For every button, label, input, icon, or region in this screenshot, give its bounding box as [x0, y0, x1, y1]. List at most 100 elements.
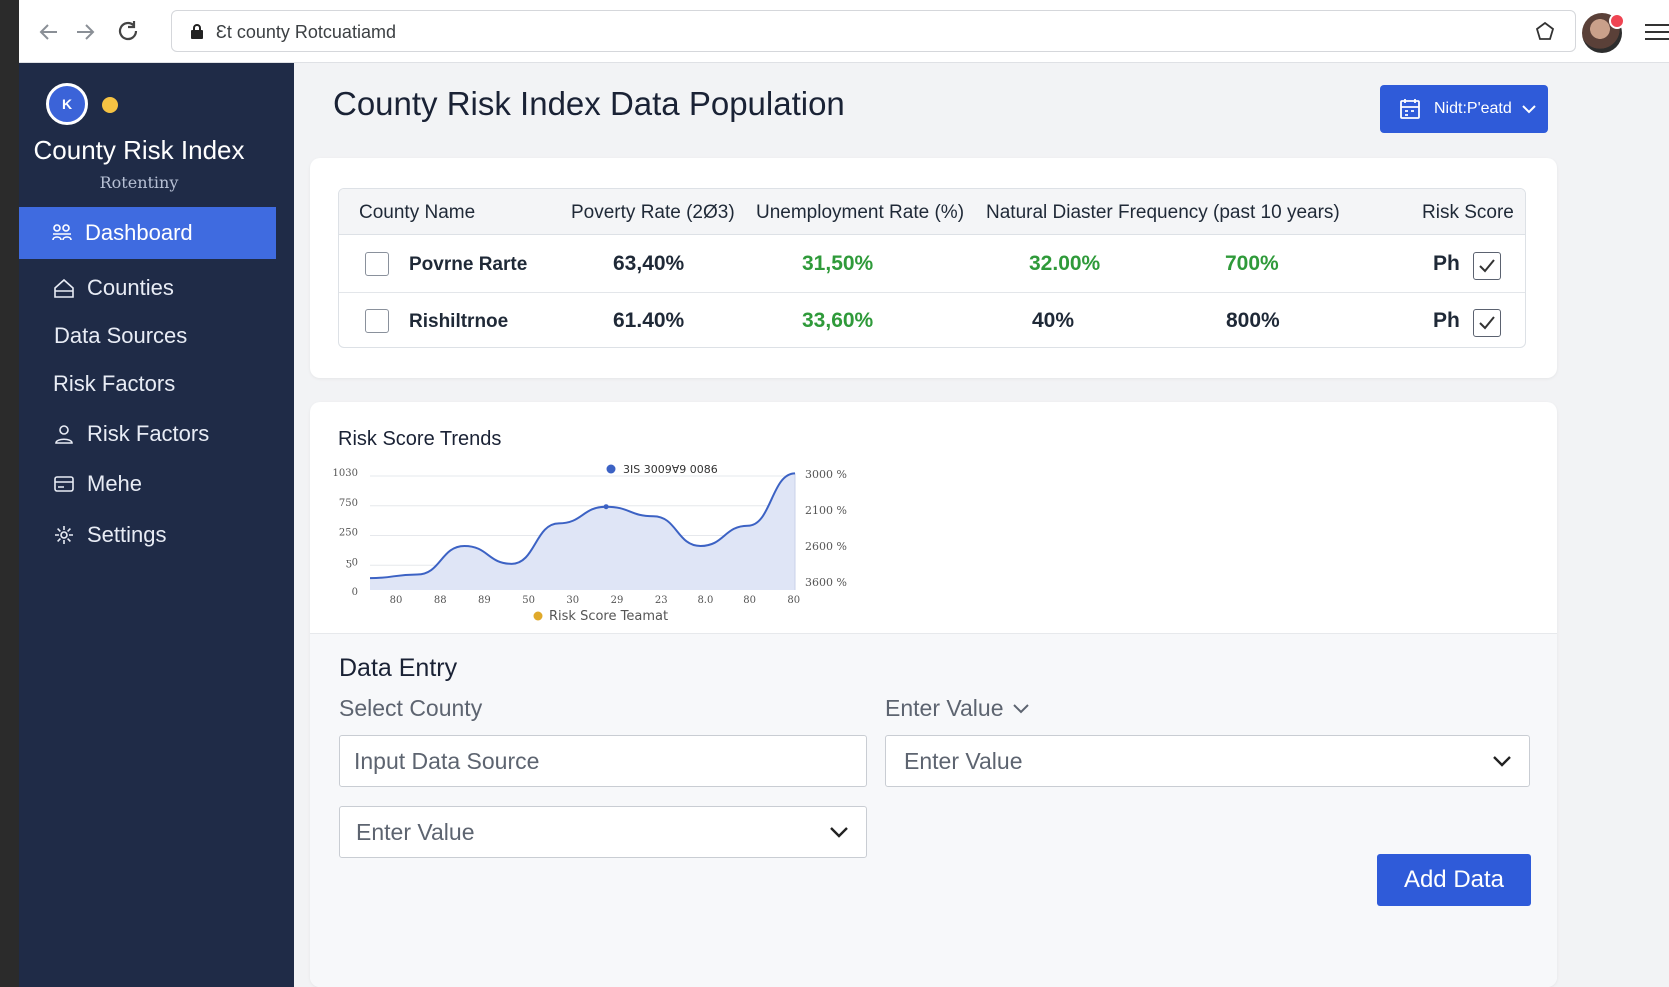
- x-tick-label: 80: [787, 595, 800, 606]
- x-tick-label: 80: [390, 595, 403, 606]
- column-header[interactable]: Poverty Rate (2Ø3): [571, 202, 735, 224]
- app-logo: K: [46, 83, 88, 125]
- sidebar-item-data-sources[interactable]: Data Sources: [19, 310, 276, 362]
- value-select-text: Enter Value: [356, 819, 475, 845]
- sidebar-item-label: Counties: [87, 275, 174, 300]
- hamburger-menu-icon[interactable]: [1643, 22, 1669, 42]
- y-right-tick-label: 3000 %: [805, 468, 847, 481]
- value-select-right[interactable]: Enter Value: [885, 735, 1530, 787]
- sidebar-item-risk-factors-2[interactable]: Risk Factors: [19, 408, 276, 460]
- risk-score-checkbox[interactable]: [1473, 252, 1501, 280]
- chevron-down-icon: [1013, 703, 1030, 713]
- y-tick-label: 750: [339, 498, 358, 509]
- x-tick-label: 29: [611, 595, 624, 606]
- dashboard-icon: [52, 224, 72, 241]
- address-bar[interactable]: Ɛt county Rotcuatiamd: [171, 10, 1576, 52]
- legend-label: Risk Score Teamat: [549, 609, 668, 624]
- lock-icon: [191, 24, 203, 39]
- chevron-down-icon: [830, 827, 848, 838]
- back-arrow-icon[interactable]: [35, 18, 63, 46]
- sidebar-item-label: Dashboard: [85, 220, 193, 245]
- disaster-cell: 40%: [1032, 309, 1075, 332]
- county-table: County Name Poverty Rate (2Ø3) Unemploym…: [338, 188, 1526, 348]
- forward-arrow-icon[interactable]: [71, 18, 99, 46]
- y-right-tick-label: 2100 %: [805, 504, 847, 517]
- x-tick-label: 30: [566, 595, 579, 606]
- bookmark-star-icon[interactable]: [1533, 20, 1557, 44]
- legend-label: 3IS 3009Ɐ9 0086: [623, 463, 718, 476]
- risk-score-cell: Ph: [1433, 252, 1460, 275]
- url-text[interactable]: Ɛt county Rotcuatiamd: [216, 22, 396, 43]
- data-entry-title: Data Entry: [339, 654, 458, 682]
- notification-badge: [1609, 13, 1625, 29]
- app-title: County Risk Index: [33, 135, 245, 165]
- select-button-label: Nidt:P'eatd: [1434, 100, 1512, 117]
- browser-window: Ɛt county Rotcuatiamd K County Risk Inde…: [19, 0, 1669, 987]
- sidebar-item-dashboard[interactable]: Dashboard: [19, 207, 276, 259]
- chevron-down-icon: [1522, 105, 1536, 114]
- unemployment-cell: 33,60%: [802, 309, 874, 332]
- y-right-tick-label: 2600 %: [805, 540, 847, 553]
- poverty-cell: 63,40%: [613, 252, 685, 275]
- row-select-checkbox[interactable]: [365, 309, 389, 333]
- sidebar-item-mehe[interactable]: Mehe: [19, 458, 276, 510]
- check-icon: [1479, 259, 1495, 273]
- sidebar-item-label: Risk Factors: [87, 421, 210, 446]
- status-dot: [102, 97, 118, 113]
- county-name-cell: Rishiltrnoe: [409, 311, 509, 332]
- column-header[interactable]: Unemployment Rate (%): [756, 202, 964, 224]
- poverty-cell: 61.40%: [613, 309, 685, 332]
- gear-icon: [55, 526, 73, 544]
- row-select-checkbox[interactable]: [365, 252, 389, 276]
- browser-toolbar: Ɛt county Rotcuatiamd: [19, 0, 1669, 63]
- reload-icon[interactable]: [114, 18, 142, 46]
- county-name-cell: Povrne Rarte: [409, 254, 528, 275]
- data-entry-panel: Data Entry Select County Enter Valuе Inp…: [310, 634, 1557, 987]
- select-county-label: Select County: [339, 695, 483, 721]
- disaster-cell: 32.00%: [1029, 252, 1101, 275]
- app-subtitle: Rotentiny: [99, 173, 179, 192]
- sidebar-item-label: Mehe: [87, 471, 143, 496]
- value-select-text: Enter Value: [904, 748, 1023, 774]
- trends-and-entry-card: Risk Score Trends 1030 750 250 ƽ0 0 3000 % 210…: [310, 402, 1557, 987]
- table-row: Povrne Rarte 63,40% 31,50% 32.00% 700% P…: [339, 236, 1525, 292]
- x-tick-label: 23: [655, 595, 668, 606]
- data-source-input[interactable]: Input Data Source: [339, 735, 867, 787]
- screen-frame: Ɛt county Rotcuatiamd K County Risk Inde…: [0, 0, 1669, 987]
- data-point: [603, 504, 609, 510]
- value-select-left[interactable]: Enter Value: [339, 806, 867, 858]
- risk-score-chart: 1030 750 250 ƽ0 0 3000 % 2100 % 2600 % 3600 % 80 8…: [333, 463, 847, 624]
- house-icon: [54, 278, 74, 298]
- sidebar-item-counties[interactable]: Counties: [19, 262, 276, 314]
- legend-marker: [533, 611, 543, 621]
- sidebar-item-label: Settings: [87, 522, 167, 547]
- data-source-placeholder: Input Data Source: [354, 748, 540, 774]
- column-header[interactable]: Natural Diaster Frequency (past 10 years…: [986, 202, 1340, 224]
- chevron-down-icon: [1493, 756, 1511, 767]
- period-select-button[interactable]: Nidt:P'eatd: [1380, 85, 1548, 133]
- sidebar-item-risk-factors[interactable]: Risk Factors: [19, 358, 276, 410]
- extra-value-cell: 700%: [1225, 252, 1279, 275]
- x-tick-label: 88: [434, 595, 447, 606]
- column-header[interactable]: Risk Score: [1422, 202, 1514, 224]
- chart-title: Risk Score Trends: [338, 428, 502, 450]
- enter-value-label-text: Enter Valuе: [885, 695, 1004, 721]
- risk-score-cell: Ph: [1433, 309, 1460, 332]
- y-tick-label: 0: [352, 587, 358, 598]
- area-fill: [370, 473, 795, 590]
- sidebar-item-settings[interactable]: Settings: [19, 509, 276, 561]
- add-data-button[interactable]: Add Data: [1377, 854, 1531, 906]
- unemployment-cell: 31,50%: [802, 252, 874, 275]
- table-row: Rishiltrnoe 61.40% 33,60% 40% 800% Ph: [339, 292, 1525, 347]
- county-table-card: County Name Poverty Rate (2Ø3) Unemploym…: [310, 158, 1557, 378]
- x-tick-label: 8.0: [697, 595, 713, 606]
- card-icon: [54, 476, 74, 492]
- enter-value-label[interactable]: Enter Valuе: [885, 695, 1030, 722]
- risk-score-checkbox[interactable]: [1473, 309, 1501, 337]
- sidebar: K County Risk Index Rotentiny Dashboard …: [19, 63, 294, 987]
- x-tick-label: 50: [522, 595, 535, 606]
- x-tick-label: 89: [478, 595, 491, 606]
- column-header[interactable]: County Name: [359, 202, 475, 224]
- user-icon: [55, 425, 73, 444]
- page-title: County Risk Index Data Population: [333, 85, 845, 122]
